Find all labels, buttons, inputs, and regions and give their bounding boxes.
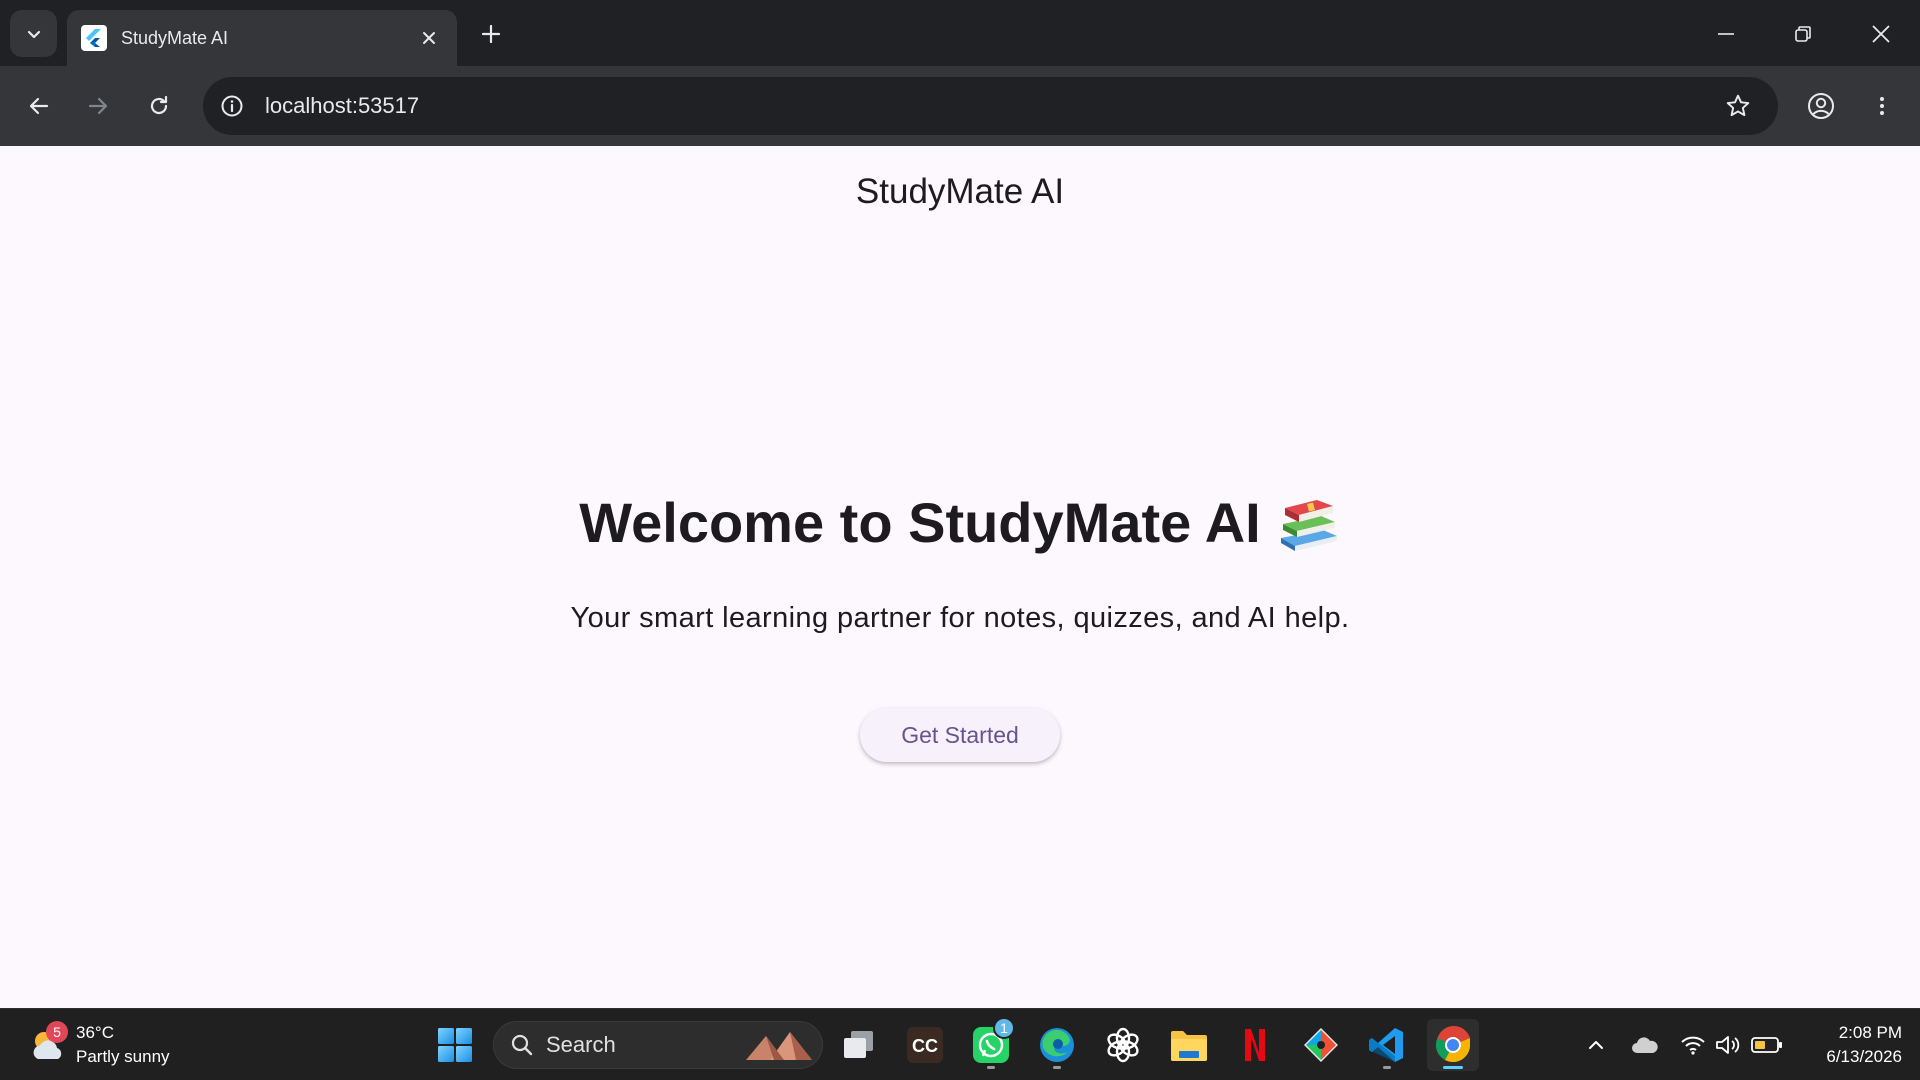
tab-search-button[interactable] [10, 10, 57, 57]
restore-button[interactable] [1783, 14, 1823, 54]
git-app[interactable] [1295, 1019, 1347, 1071]
svg-text:CC: CC [912, 1036, 938, 1056]
search-highlight-pyramids-icon [746, 1032, 812, 1060]
chatgpt-icon [1107, 1027, 1139, 1063]
get-started-button[interactable]: Get Started [860, 708, 1060, 762]
star-icon [1726, 94, 1750, 117]
whatsapp-badge: 1 [993, 1017, 1015, 1039]
tab-close-button[interactable] [415, 24, 443, 52]
capcut-app[interactable]: CC [899, 1019, 951, 1071]
windows-start-icon [438, 1028, 472, 1062]
weather-widget[interactable]: 5 36°C Partly sunny [28, 1021, 170, 1069]
whatsapp-app[interactable]: 1 [965, 1017, 1017, 1071]
git-icon [1304, 1028, 1338, 1062]
clock-time: 2:08 PM [1838, 1023, 1902, 1042]
onedrive-icon [1632, 1037, 1658, 1053]
browser-menu-button[interactable] [1862, 86, 1902, 126]
task-view-button[interactable] [833, 1019, 885, 1071]
battery-icon [1751, 1037, 1782, 1053]
battery-tray[interactable] [1751, 1029, 1783, 1061]
taskbar-search-placeholder: Search [546, 1032, 616, 1057]
app-page: StudyMate AI Welcome to StudyMate AI You… [0, 146, 1920, 1008]
running-indicator [987, 1066, 995, 1069]
chrome-icon [1435, 1026, 1470, 1062]
netflix-icon [1245, 1029, 1265, 1061]
onedrive-tray[interactable] [1629, 1029, 1661, 1061]
profile-icon [1808, 93, 1834, 119]
network-tray[interactable] [1677, 1029, 1709, 1061]
start-button[interactable] [429, 1019, 481, 1071]
browser-title-bar: StudyMate AI [0, 0, 1920, 66]
weather-temp: 36°C [76, 1023, 114, 1042]
tab-title: StudyMate AI [121, 27, 229, 48]
close-icon [423, 32, 435, 44]
info-icon [221, 95, 243, 117]
plus-icon [481, 24, 501, 44]
file-explorer-icon [1171, 1031, 1207, 1061]
more-vert-icon [1880, 97, 1884, 115]
wifi-icon [1681, 1036, 1705, 1055]
chevron-up-icon [1589, 1041, 1603, 1049]
weather-condition: Partly sunny [76, 1047, 170, 1066]
vscode-icon [1369, 1028, 1403, 1062]
file-explorer-app[interactable] [1163, 1019, 1215, 1071]
edge-app[interactable] [1031, 1019, 1083, 1071]
partly-sunny-icon: 5 [28, 1021, 68, 1065]
address-bar[interactable]: localhost:53517 [203, 77, 1778, 135]
running-indicator [1053, 1066, 1061, 1069]
forward-arrow-icon [88, 97, 108, 115]
weather-text: 36°C Partly sunny [76, 1021, 170, 1069]
browser-tab[interactable]: StudyMate AI [67, 10, 457, 66]
running-indicator [1383, 1066, 1391, 1069]
chrome-app[interactable] [1427, 1019, 1479, 1071]
weather-badge: 5 [46, 1021, 68, 1043]
task-view-icon [844, 1031, 873, 1058]
edge-icon [1040, 1028, 1074, 1062]
site-info-button[interactable] [217, 91, 247, 121]
books-icon [1280, 499, 1337, 551]
search-icon [511, 1034, 533, 1056]
reload-icon [150, 95, 168, 115]
system-clock[interactable]: 2:08 PM 6/13/2026 [1790, 1021, 1902, 1069]
close-window-icon [1872, 25, 1890, 43]
appbar-title: StudyMate AI [855, 172, 1065, 211]
new-tab-button[interactable] [474, 17, 508, 51]
chatgpt-app[interactable] [1097, 1019, 1149, 1071]
taskbar-search[interactable]: Search [493, 1021, 823, 1069]
bookmark-button[interactable] [1720, 88, 1756, 124]
close-window-button[interactable] [1861, 14, 1901, 54]
url-text[interactable]: localhost:53517 [265, 93, 1720, 119]
flutter-icon [81, 25, 107, 51]
netflix-app[interactable] [1229, 1019, 1281, 1071]
clock-date: 6/13/2026 [1826, 1047, 1902, 1066]
welcome-title-text: Welcome to StudyMate AI [579, 491, 1261, 554]
back-button[interactable] [19, 86, 59, 126]
restore-icon [1795, 26, 1811, 42]
vscode-app[interactable] [1361, 1019, 1413, 1071]
minimize-icon [1718, 33, 1734, 35]
active-indicator [1443, 1066, 1463, 1069]
tab-search-icon [27, 30, 40, 38]
welcome-heading: Welcome to StudyMate AI [0, 490, 1920, 555]
profile-button[interactable] [1801, 86, 1841, 126]
show-hidden-icons-button[interactable] [1580, 1029, 1612, 1061]
windows-taskbar: 5 36°C Partly sunny Search CC 1 2:08 PM … [0, 1008, 1920, 1080]
volume-tray[interactable] [1712, 1029, 1744, 1061]
welcome-subtitle: Your smart learning partner for notes, q… [570, 602, 1350, 634]
capcut-icon: CC [907, 1027, 943, 1063]
minimize-button[interactable] [1706, 14, 1746, 54]
browser-toolbar: localhost:53517 [0, 66, 1920, 146]
reload-button[interactable] [139, 86, 179, 126]
forward-button[interactable] [78, 86, 118, 126]
volume-icon [1716, 1036, 1740, 1054]
back-arrow-icon [29, 97, 49, 115]
